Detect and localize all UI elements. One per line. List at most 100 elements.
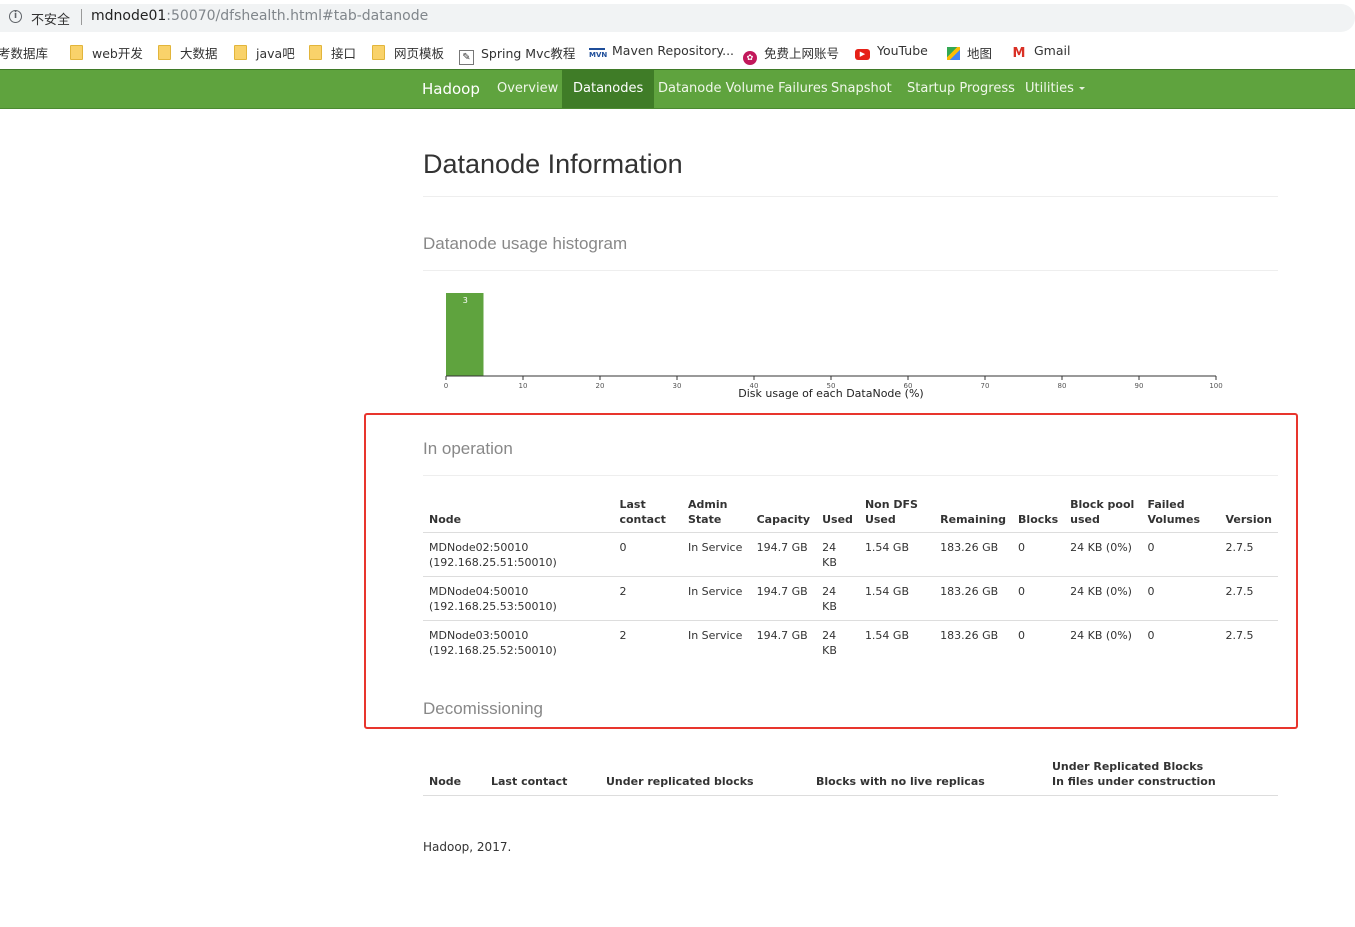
col-node[interactable]: Node xyxy=(423,494,614,533)
cell-used: 24 KB xyxy=(816,620,859,664)
header-text: Last xyxy=(619,498,646,511)
col-version[interactable]: Version xyxy=(1219,494,1278,533)
cell-version: 2.7.5 xyxy=(1219,576,1278,621)
cell-block-pool-used: 24 KB (0%) xyxy=(1064,620,1142,664)
header-text: Used xyxy=(864,513,896,526)
usage-histogram: 3 0 10 20 30 40 50 60 70 80 90 100 Disk usage of e… xyxy=(444,293,1223,400)
node-address: (192.168.25.52:50010) xyxy=(429,644,557,657)
brand-link[interactable]: Hadoop xyxy=(422,80,480,98)
cell-blocks: 0 xyxy=(1012,620,1065,664)
cell-block-pool-used: 24 KB (0%) xyxy=(1064,576,1142,621)
folder-icon xyxy=(158,45,171,60)
cell-failed-volumes: 0 xyxy=(1141,576,1220,621)
cell-capacity: 194.7 GB xyxy=(750,576,817,621)
col-no-live-replicas[interactable]: Blocks with no live replicas xyxy=(810,756,1046,796)
histogram-bar xyxy=(446,293,484,376)
nav-overview[interactable]: Overview xyxy=(486,70,569,108)
bookmark-item[interactable]: ▶ YouTube xyxy=(855,43,928,60)
bookmark-label: Spring Mvc教程 xyxy=(481,46,576,61)
used-unit: KB xyxy=(822,644,837,657)
cell-admin-state: In Service xyxy=(681,620,751,664)
header-text: Volumes xyxy=(1147,513,1200,526)
folder-icon xyxy=(70,45,83,60)
x-tick-label: 90 xyxy=(1135,382,1144,390)
folder-icon xyxy=(309,45,322,60)
url-text[interactable]: mdnode01:50070/dfshealth.html#tab-datano… xyxy=(91,8,428,24)
col-under-construction[interactable]: Under Replicated Blocks In files under co… xyxy=(1046,756,1278,796)
table-row: MDNode03:50010 (192.168.25.52:50010) 2 In… xyxy=(423,620,1278,664)
bookmark-label: Maven Repository... xyxy=(612,43,735,58)
col-failed-volumes[interactable]: Failed Volumes xyxy=(1141,494,1220,533)
cell-admin-state: In Service xyxy=(681,576,751,621)
used-value: 24 xyxy=(822,629,837,642)
col-node[interactable]: Node xyxy=(423,756,485,796)
nav-utilities[interactable]: Utilities xyxy=(1014,70,1096,108)
col-under-replicated[interactable]: Under replicated blocks xyxy=(600,756,810,796)
bookmark-item[interactable]: MVN Maven Repository... xyxy=(589,43,734,61)
cell-remaining: 183.26 GB xyxy=(940,541,999,554)
cell-last-contact: 0 xyxy=(619,541,627,554)
cell-used: 24 KB xyxy=(816,576,859,621)
col-blocks[interactable]: Blocks xyxy=(1012,494,1065,533)
bookmark-label: Gmail xyxy=(1034,43,1071,58)
node-name: MDNode03:50010 xyxy=(429,629,529,642)
youtube-icon: ▶ xyxy=(855,49,870,60)
bookmark-item[interactable]: web开发 xyxy=(70,43,143,62)
header-text: Last contact xyxy=(491,775,568,788)
header-text: Under Replicated Blocks xyxy=(1052,760,1204,773)
cell-non-dfs-used: 1.54 GB xyxy=(864,541,909,554)
nav-startup-progress[interactable]: Startup Progress xyxy=(896,70,1026,108)
histogram-heading: Datanode usage histogram xyxy=(423,234,628,253)
col-admin-state[interactable]: Admin State xyxy=(681,494,751,533)
nav-snapshot[interactable]: Snapshot xyxy=(820,70,903,108)
cell-failed-volumes: 0 xyxy=(1147,541,1155,554)
col-non-dfs-used[interactable]: Non DFS Used xyxy=(858,494,935,533)
table-header-row: Node Last contact Admin State Capacity Use… xyxy=(423,494,1278,533)
caret-down-icon xyxy=(1078,87,1085,90)
header-text: Block pool xyxy=(1070,498,1135,511)
col-block-pool-used[interactable]: Block pool used xyxy=(1064,494,1142,533)
gmail-icon: M xyxy=(1012,46,1026,61)
maps-icon xyxy=(947,47,960,60)
security-label[interactable]: 不安全 xyxy=(31,9,70,28)
col-capacity[interactable]: Capacity xyxy=(750,494,817,533)
info-icon[interactable]: i xyxy=(9,10,22,23)
used-value: 24 xyxy=(822,585,837,598)
bookmark-label: 考数据库 xyxy=(0,46,49,61)
col-used[interactable]: Used xyxy=(816,494,859,533)
hadoop-navbar: Hadoop Overview Datanodes Datanode Volum… xyxy=(0,69,1355,109)
divider xyxy=(423,270,1278,271)
bookmark-label: 网页模板 xyxy=(394,46,445,61)
header-text: used xyxy=(1070,513,1100,526)
col-last-contact[interactable]: Last contact xyxy=(613,494,682,533)
bookmark-item[interactable]: ✿ 免费上网账号 xyxy=(743,43,839,65)
cell-used: 24 KB xyxy=(816,533,859,577)
cell-last-contact: 2 xyxy=(613,576,682,621)
bookmark-item[interactable]: M Gmail xyxy=(1011,43,1071,61)
bookmark-item[interactable]: 大数据 xyxy=(158,43,218,62)
bookmark-page-icon: ✎ xyxy=(459,50,474,65)
nav-datanodes[interactable]: Datanodes xyxy=(562,70,655,108)
node-address: (192.168.25.51:50010) xyxy=(429,556,557,569)
used-unit: KB xyxy=(822,600,837,613)
bookmark-item[interactable]: ✎ Spring Mvc教程 xyxy=(459,43,575,65)
bookmark-item[interactable]: 考数据库 xyxy=(0,43,48,62)
cell-non-dfs-used: 1.54 GB xyxy=(858,576,935,621)
cell-last-contact: 2 xyxy=(613,620,682,664)
bookmark-item[interactable]: 地图 xyxy=(947,43,992,62)
nav-volume-failures[interactable]: Datanode Volume Failures xyxy=(647,70,839,108)
bookmark-item[interactable]: java吧 xyxy=(234,43,295,62)
bookmark-label: 大数据 xyxy=(180,46,218,61)
col-remaining[interactable]: Remaining xyxy=(934,494,1013,533)
header-text: In files under construction xyxy=(1052,775,1216,788)
decommissioning-heading: Decomissioning xyxy=(423,699,543,718)
col-last-contact[interactable]: Last contact xyxy=(485,756,600,796)
cell-node: MDNode02:50010 (192.168.25.51:50010) xyxy=(423,533,613,577)
maven-icon: MVN xyxy=(589,48,607,61)
address-bar[interactable]: i 不安全 mdnode01:50070/dfshealth.html#tab-… xyxy=(0,0,1355,36)
bookmark-item[interactable]: 网页模板 xyxy=(372,43,444,62)
header-text: Node xyxy=(429,513,462,526)
bar-count-label: 3 xyxy=(463,296,468,305)
in-operation-table: Node Last contact Admin State Capacity Use… xyxy=(423,494,1278,664)
bookmark-item[interactable]: 接口 xyxy=(309,43,356,62)
